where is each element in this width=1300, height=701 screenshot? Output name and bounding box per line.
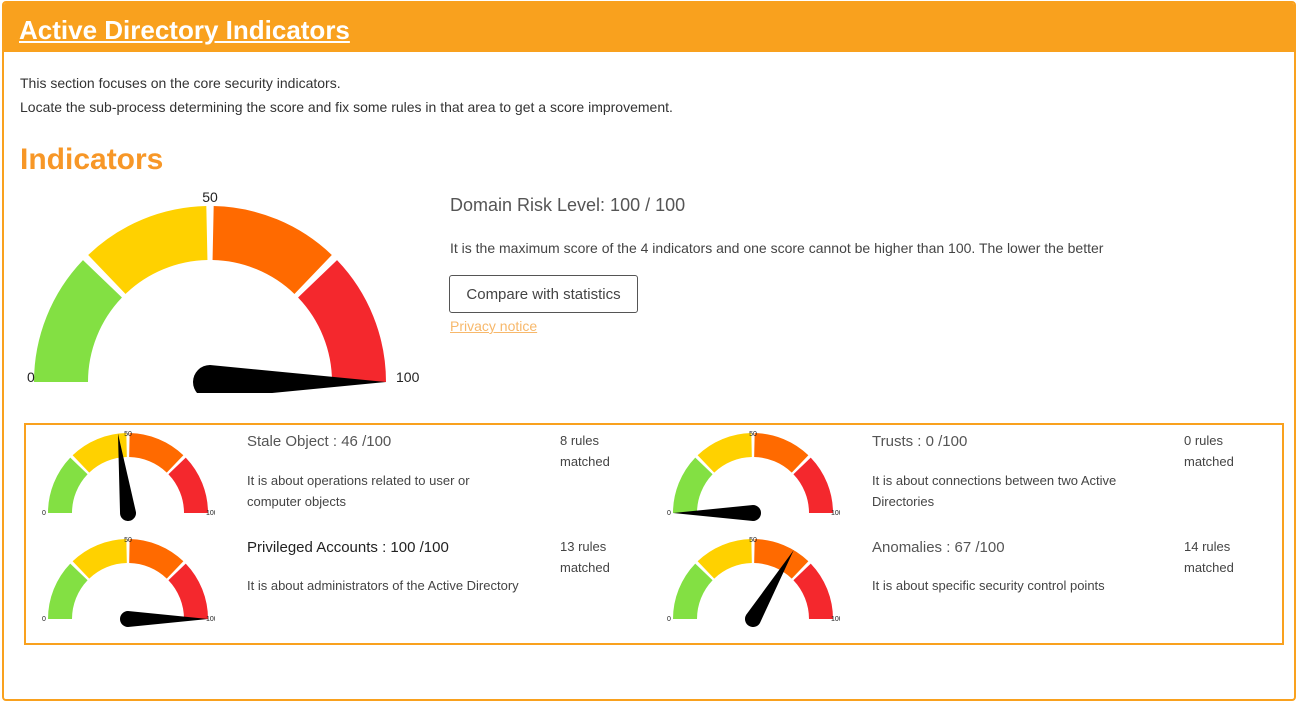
trusts-description: It is about connections between two Acti… (872, 473, 1117, 509)
gauge-segment-red (298, 260, 386, 382)
gauge-segment-red (793, 457, 833, 513)
trusts-rules: 0 rules matched (1184, 433, 1234, 469)
panel-header: Active Directory Indicators (4, 3, 1294, 52)
gauge-max-label: 100 (831, 616, 840, 623)
gauge-mid-label: 50 (749, 537, 757, 544)
gauge-max-label: 100 (206, 616, 215, 623)
trusts-gauge: 0 50 100 (667, 431, 840, 521)
gauge-segment-orange (129, 539, 184, 579)
anomalies-rules: 14 rules matched (1184, 539, 1234, 575)
gauge-mid-label: 50 (749, 431, 757, 438)
gauge-segment-red (793, 563, 833, 619)
domain-risk-gauge: 0 50 100 (27, 189, 420, 393)
gauge-min-label: 0 (667, 616, 671, 623)
stale-object-rules: 8 rules matched (560, 433, 610, 469)
indicators-panel: Active Directory Indicators This section… (2, 1, 1296, 701)
gauge-segment-green (673, 563, 713, 619)
gauge-segment-green (673, 457, 713, 513)
gauge-mid-label: 50 (202, 189, 218, 205)
indicators-heading: Indicators (20, 143, 164, 176)
gauge-max-label: 100 (396, 369, 420, 385)
anomalies-title: Anomalies : 67 /100 (872, 539, 1005, 556)
anomalies-description: It is about specific security control po… (872, 578, 1105, 593)
gauge-segment-red (168, 457, 208, 513)
domain-risk-description: It is the maximum score of the 4 indicat… (450, 240, 1104, 256)
gauge-mid-label: 50 (124, 537, 132, 544)
trusts-title: Trusts : 0 /100 (872, 433, 968, 450)
gauge-segment-green (48, 563, 88, 619)
gauge-max-label: 100 (831, 510, 840, 517)
privileged-accounts-title: Privileged Accounts : 100 /100 (247, 539, 449, 556)
gauge-min-label: 0 (42, 510, 46, 517)
domain-risk-title: Domain Risk Level: 100 / 100 (450, 195, 686, 215)
stale-object-description: It is about operations related to user o… (247, 473, 470, 509)
gauge-segment-yellow (697, 433, 752, 473)
gauge-segment-green (48, 457, 88, 513)
intro-text: This section focuses on the core securit… (20, 71, 673, 119)
gauge-segment-yellow (72, 539, 127, 579)
anomalies-gauge: 0 50 100 (667, 537, 840, 627)
gauge-segment-yellow (88, 206, 208, 294)
gauge-segment-yellow (697, 539, 752, 579)
intro-line-2: Locate the sub-process determining the s… (20, 99, 673, 115)
intro-line-1: This section focuses on the core securit… (20, 75, 341, 91)
gauge-mid-label: 50 (124, 431, 132, 438)
panel-title-link[interactable]: Active Directory Indicators (19, 3, 350, 57)
gauge-segment-red (168, 563, 208, 619)
stale-object-gauge: 0 50 100 (42, 431, 215, 521)
gauge-max-label: 100 (206, 510, 215, 517)
gauge-segment-orange (754, 433, 809, 473)
gauge-min-label: 0 (27, 369, 35, 385)
privileged-accounts-gauge: 0 50 100 (42, 537, 215, 627)
compare-statistics-button[interactable]: Compare with statistics (449, 275, 638, 313)
gauge-min-label: 0 (42, 616, 46, 623)
gauge-segment-green (34, 260, 122, 382)
gauge-segment-orange (129, 433, 184, 473)
stale-object-title: Stale Object : 46 /100 (247, 433, 392, 450)
privacy-notice-link[interactable]: Privacy notice (450, 318, 537, 334)
sub-indicators-box: 0 50 100 Stale Object : 46 /100 It is abou… (24, 423, 1284, 645)
gauge-min-label: 0 (667, 510, 671, 517)
gauge-segment-orange (212, 206, 332, 294)
privileged-accounts-rules: 13 rules matched (560, 539, 610, 575)
privileged-accounts-description: It is about administrators of the Active… (247, 578, 519, 593)
